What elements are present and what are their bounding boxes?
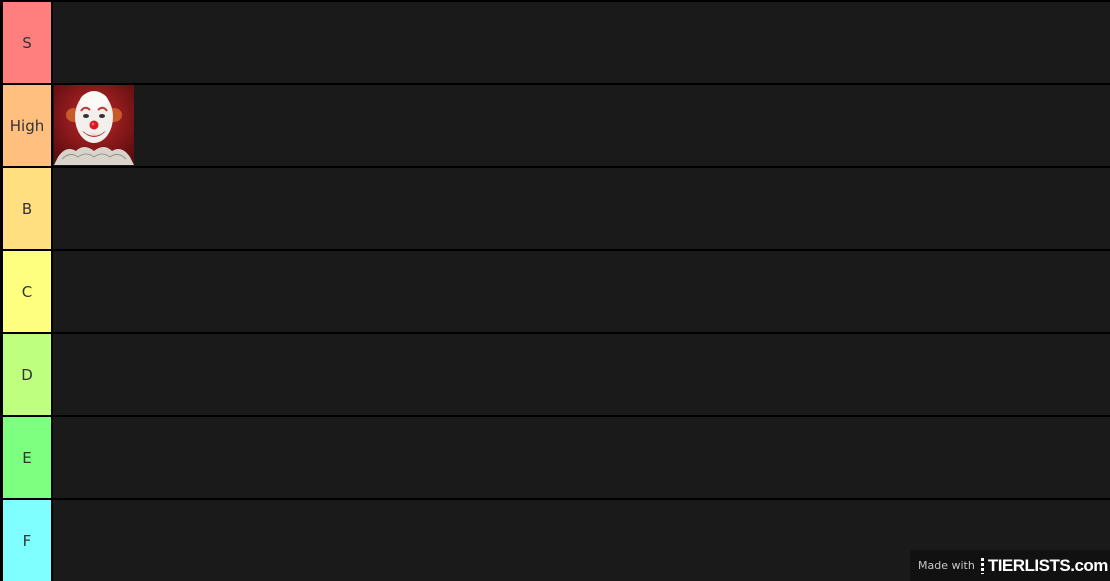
tier-items-s[interactable] (53, 2, 1110, 83)
tier-label-high[interactable]: High (3, 85, 51, 166)
clown-portrait-image (54, 85, 134, 165)
tier-label-f[interactable]: F (3, 500, 51, 581)
tier-items-high[interactable] (53, 85, 1110, 166)
tier-items-c[interactable] (53, 251, 1110, 332)
watermark-prefix: Made with (918, 559, 975, 572)
tier-items-e[interactable] (53, 417, 1110, 498)
tier-row-b: B (0, 168, 1110, 249)
tier-items-b[interactable] (53, 168, 1110, 249)
logo-bar-icon (980, 557, 984, 574)
tier-label-b[interactable]: B (3, 168, 51, 249)
tier-items-d[interactable] (53, 334, 1110, 415)
tier-label-d[interactable]: D (3, 334, 51, 415)
tier-list: S High B C D E F Made with TIERLISTS.com (0, 0, 1110, 581)
tier-row-s: S (0, 2, 1110, 83)
tier-row-high: High (0, 85, 1110, 166)
tier-row-d: D (0, 334, 1110, 415)
tier-label-s[interactable]: S (3, 2, 51, 83)
watermark-logo-text: TIERLISTS.com (987, 555, 1109, 575)
tier-label-e[interactable]: E (3, 417, 51, 498)
tier-item-clown[interactable] (54, 85, 134, 165)
tier-label-c[interactable]: C (3, 251, 51, 332)
tier-row-c: C (0, 251, 1110, 332)
tierlists-logo: TIERLISTS.com (980, 555, 1109, 576)
tier-row-e: E (0, 417, 1110, 498)
watermark[interactable]: Made with TIERLISTS.com (910, 550, 1110, 581)
